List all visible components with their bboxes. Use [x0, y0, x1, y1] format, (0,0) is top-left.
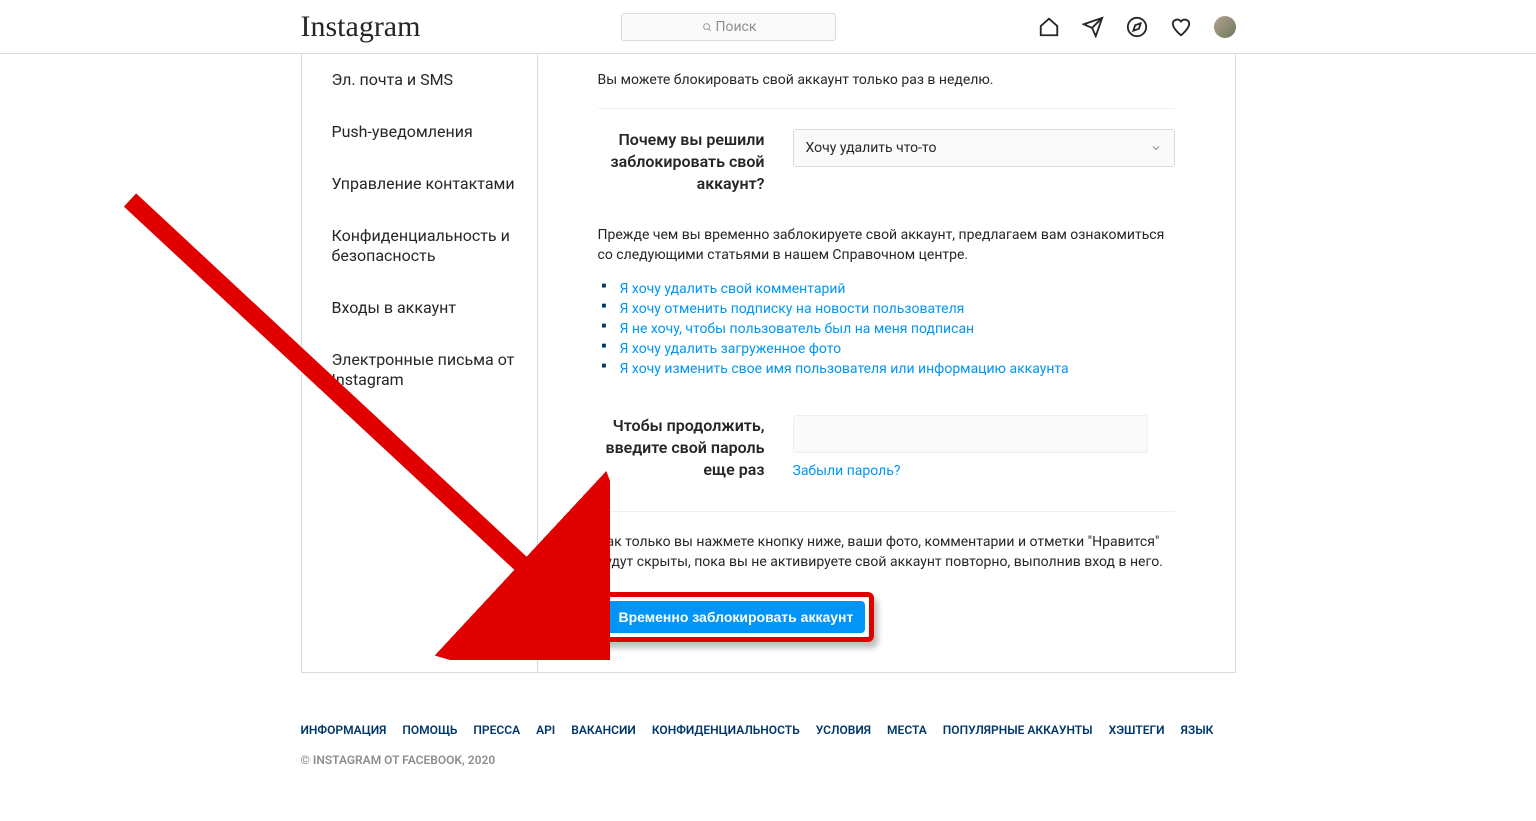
reason-selected-value: Хочу удалить что-то — [806, 140, 937, 156]
footer-link[interactable]: ХЭШТЕГИ — [1109, 723, 1165, 737]
list-item: Я хочу удалить загруженное фото — [620, 339, 1175, 359]
help-link-remove-follower[interactable]: Я не хочу, чтобы пользователь был на мен… — [620, 321, 975, 337]
instagram-logo[interactable]: Instagram — [301, 10, 421, 44]
disable-account-button[interactable]: Временно заблокировать аккаунт — [607, 601, 866, 633]
home-icon[interactable] — [1038, 16, 1060, 38]
footer-link[interactable]: ВАКАНСИИ — [571, 723, 636, 737]
footer-link[interactable]: ПРЕССА — [473, 723, 520, 737]
sidebar-item-privacy[interactable]: Конфиденциальность и безопасность — [302, 210, 537, 282]
footer-link[interactable]: МЕСТА — [887, 723, 927, 737]
final-warning-text: Как только вы нажмете кнопку ниже, ваши … — [598, 532, 1175, 572]
help-link-delete-comment[interactable]: Я хочу удалить свой комментарий — [620, 281, 846, 297]
sidebar-item-logins[interactable]: Входы в аккаунт — [302, 282, 537, 334]
info-text-limit: Вы можете блокировать свой аккаунт тольк… — [598, 54, 1175, 109]
footer: ИНФОРМАЦИЯ ПОМОЩЬ ПРЕССА API ВАКАНСИИ КО… — [301, 703, 1236, 797]
sidebar-item-email-sms[interactable]: Эл. почта и SMS — [302, 54, 537, 106]
help-link-change-username[interactable]: Я хочу изменить свое имя пользователя ил… — [620, 361, 1069, 377]
list-item: Я хочу изменить свое имя пользователя ил… — [620, 359, 1175, 379]
nav-icons — [1038, 16, 1236, 38]
footer-link[interactable]: ПОМОЩЬ — [402, 723, 457, 737]
search-placeholder: Поиск — [716, 19, 757, 35]
help-links-list: Я хочу удалить свой комментарий Я хочу о… — [598, 279, 1175, 379]
footer-link[interactable]: ПОПУЛЯРНЫЕ АККАУНТЫ — [943, 723, 1093, 737]
password-label: Чтобы продолжить, введите свой пароль ещ… — [598, 415, 793, 481]
divider — [598, 511, 1175, 512]
reason-label: Почему вы решили заблокировать свой акка… — [598, 129, 793, 195]
top-navigation: Instagram Поиск — [0, 0, 1536, 54]
forgot-password-link[interactable]: Забыли пароль? — [793, 463, 901, 479]
footer-links: ИНФОРМАЦИЯ ПОМОЩЬ ПРЕССА API ВАКАНСИИ КО… — [301, 723, 1236, 737]
sidebar-item-push[interactable]: Push-уведомления — [302, 106, 537, 158]
footer-link[interactable]: API — [536, 723, 555, 737]
search-input[interactable]: Поиск — [621, 13, 836, 41]
footer-link[interactable]: КОНФИДЕНЦИАЛЬНОСТЬ — [652, 723, 800, 737]
avatar[interactable] — [1214, 16, 1236, 38]
footer-link[interactable]: УСЛОВИЯ — [816, 723, 871, 737]
sidebar-item-emails[interactable]: Электронные письма от Instagram — [302, 334, 537, 406]
search-icon — [702, 22, 712, 32]
main-content: Вы можете блокировать свой аккаунт тольк… — [538, 54, 1235, 672]
list-item: Я хочу отменить подписку на новости поль… — [620, 299, 1175, 319]
help-intro-text: Прежде чем вы временно заблокируете свой… — [598, 225, 1175, 265]
submit-highlight-box: Временно заблокировать аккаунт — [598, 592, 875, 642]
list-item: Я хочу удалить свой комментарий — [620, 279, 1175, 299]
chevron-down-icon — [1150, 142, 1162, 154]
copyright: © INSTAGRAM ОТ FACEBOOK, 2020 — [301, 753, 1236, 767]
help-link-delete-photo[interactable]: Я хочу удалить загруженное фото — [620, 341, 842, 357]
settings-container: Эл. почта и SMS Push-уведомления Управле… — [301, 54, 1236, 673]
reason-select[interactable]: Хочу удалить что-то — [793, 129, 1175, 167]
password-input[interactable] — [793, 415, 1148, 453]
sidebar-item-contacts[interactable]: Управление контактами — [302, 158, 537, 210]
settings-sidebar: Эл. почта и SMS Push-уведомления Управле… — [302, 54, 538, 672]
help-link-unfollow[interactable]: Я хочу отменить подписку на новости поль… — [620, 301, 965, 317]
explore-icon[interactable] — [1126, 16, 1148, 38]
footer-link[interactable]: ЯЗЫК — [1181, 723, 1214, 737]
activity-icon[interactable] — [1170, 16, 1192, 38]
direct-icon[interactable] — [1082, 16, 1104, 38]
list-item: Я не хочу, чтобы пользователь был на мен… — [620, 319, 1175, 339]
footer-link[interactable]: ИНФОРМАЦИЯ — [301, 723, 387, 737]
